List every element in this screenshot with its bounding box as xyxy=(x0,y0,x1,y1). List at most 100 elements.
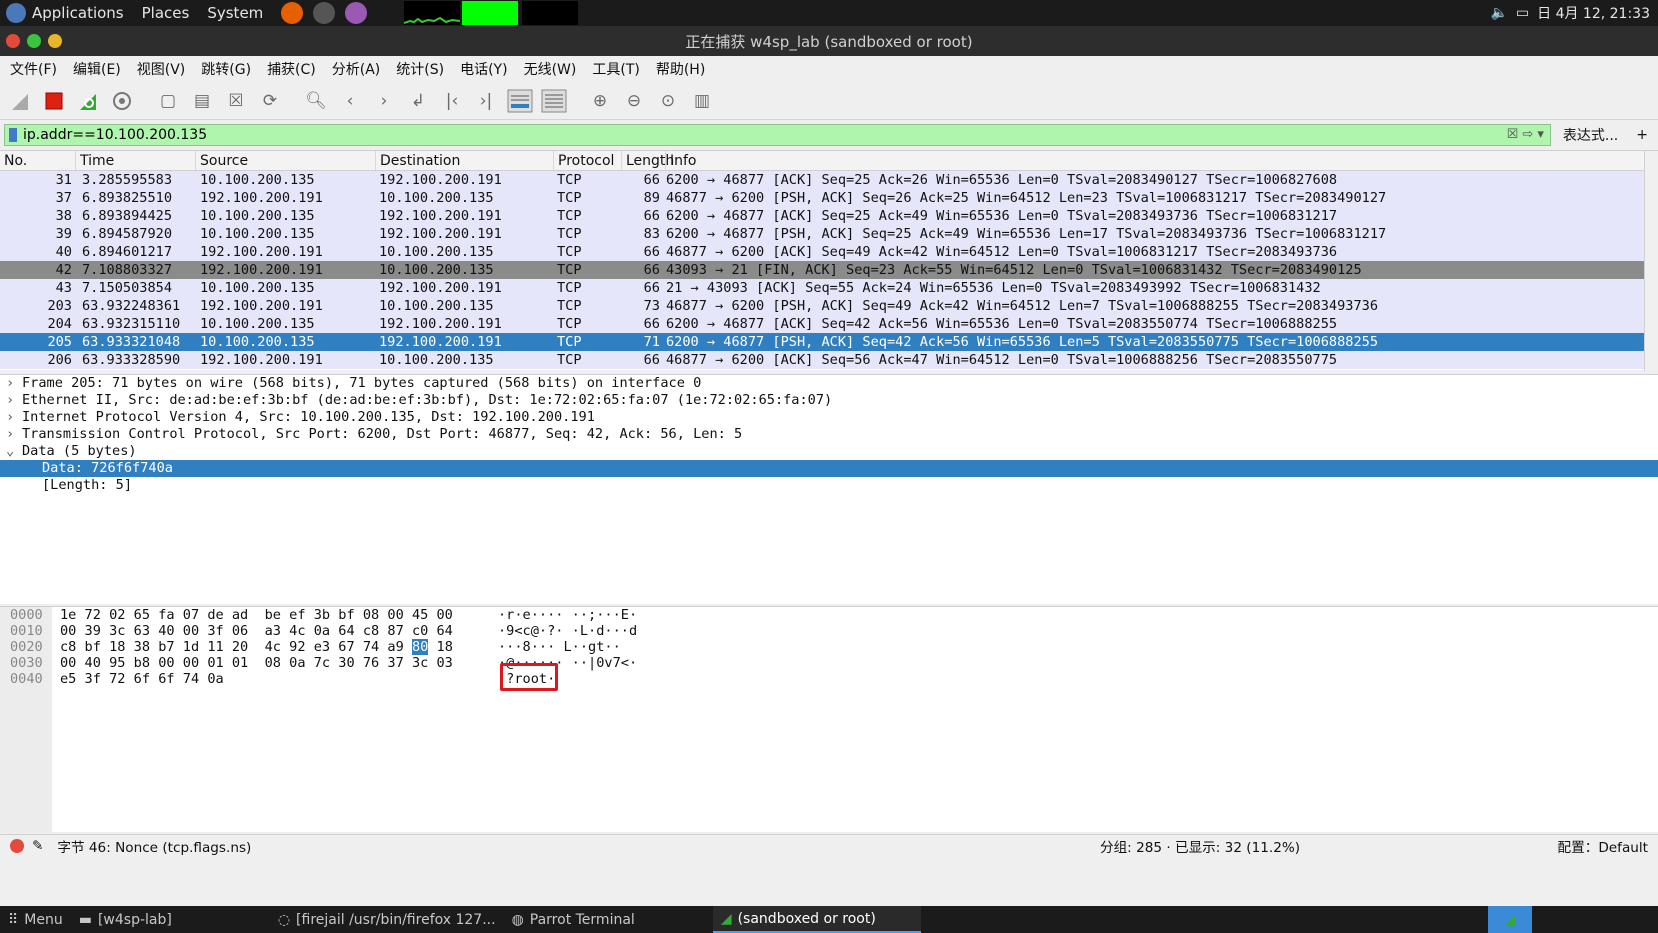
taskbar-item-firefox[interactable]: ◌ [firejail /usr/bin/firefox 127... xyxy=(270,906,504,933)
autoscroll-icon[interactable] xyxy=(506,87,534,115)
taskbar-item-w4sp-lab[interactable]: ▬ [w4sp-lab] xyxy=(71,906,180,933)
expression-button[interactable]: 表达式... xyxy=(1557,125,1624,145)
column-destination[interactable]: Destination xyxy=(376,151,554,170)
packet-row[interactable]: 40 6.894601217 192.100.200.191 10.100.200.1… xyxy=(0,243,1658,261)
packet-row[interactable]: 38 6.893894425 10.100.200.135 192.100.200.1… xyxy=(0,207,1658,225)
zoom-normal-icon[interactable]: ⊙ xyxy=(654,87,682,115)
last-packet-icon[interactable]: ›| xyxy=(472,87,500,115)
menu-go[interactable]: 跳转(G) xyxy=(201,59,251,79)
packet-row[interactable]: 205 63.933321048 10.100.200.135 192.100.200… xyxy=(0,333,1658,351)
minimize-window-button[interactable] xyxy=(48,34,62,48)
close-file-icon[interactable]: ☒ xyxy=(222,87,250,115)
menu-help[interactable]: 帮助(H) xyxy=(656,59,705,79)
capture-options-icon[interactable] xyxy=(108,87,136,115)
expand-arrow-icon[interactable]: › xyxy=(6,392,22,409)
taskbar-item-wireshark[interactable]: ◢ (sandboxed or root) xyxy=(712,906,921,933)
open-file-icon[interactable]: ▢ xyxy=(154,87,182,115)
hex-row[interactable]: a3 4c 0a 64 c8 87 c0 64 xyxy=(265,623,453,639)
column-no[interactable]: No. xyxy=(0,151,76,170)
display-filter-input[interactable]: ip.addr==10.100.200.135 ☒ ⇨ ▾ xyxy=(4,124,1551,146)
start-capture-icon[interactable] xyxy=(6,87,34,115)
packet-row[interactable]: 39 6.894587920 10.100.200.135 192.100.200.1… xyxy=(0,225,1658,243)
volume-icon[interactable]: 🔈 xyxy=(1490,5,1507,21)
expand-arrow-icon[interactable]: ⌄ xyxy=(6,443,22,460)
resize-columns-icon[interactable]: ▥ xyxy=(688,87,716,115)
find-packet-icon[interactable]: 🔍︎ xyxy=(302,87,330,115)
clock[interactable]: 日 4月 12, 21:33 xyxy=(1537,3,1650,23)
ascii-row[interactable]: ·r·e···· ··;···E· xyxy=(498,607,637,623)
hex-row[interactable]: 1e 72 02 65 fa 07 de ad xyxy=(60,607,248,623)
go-back-icon[interactable]: ‹ xyxy=(336,87,364,115)
packet-row[interactable]: 42 7.108803327 192.100.200.191 10.100.200.1… xyxy=(0,261,1658,279)
menu-analyze[interactable]: 分析(A) xyxy=(332,59,381,79)
packet-row[interactable]: 31 3.285595583 10.100.200.135 192.100.200.1… xyxy=(0,171,1658,189)
clear-filter-icon[interactable]: ☒ ⇨ ▾ xyxy=(1507,127,1544,142)
packet-row[interactable]: 203 63.932248361 192.100.200.191 10.100.200… xyxy=(0,297,1658,315)
column-info[interactable]: Info xyxy=(666,151,1658,170)
menu-telephony[interactable]: 电话(Y) xyxy=(460,59,507,79)
column-time[interactable]: Time xyxy=(76,151,196,170)
hex-row[interactable]: 08 0a 7c 30 76 37 3c 03 xyxy=(265,655,453,671)
stop-capture-icon[interactable] xyxy=(40,87,68,115)
edit-comment-icon[interactable]: ✎ xyxy=(32,838,43,854)
hex-selected-byte[interactable]: 80 xyxy=(411,639,429,655)
ascii-row[interactable]: ···8··· L··gt·· xyxy=(498,639,637,655)
menu-file[interactable]: 文件(F) xyxy=(10,59,57,79)
hex-row[interactable]: 4c 92 e3 67 74 a9 xyxy=(265,639,404,655)
reload-file-icon[interactable]: ⟳ xyxy=(256,87,284,115)
display-icon[interactable]: ▭ xyxy=(1516,5,1529,21)
detail-tree-item[interactable]: Data: 726f6f740a xyxy=(0,460,1658,477)
packet-list-scrollbar[interactable] xyxy=(1644,151,1658,371)
expert-info-icon[interactable] xyxy=(10,838,24,853)
column-protocol[interactable]: Protocol xyxy=(554,151,622,170)
ascii-row[interactable]: ·9<c@·?· ·L·d···d xyxy=(498,623,637,639)
save-file-icon[interactable]: ▤ xyxy=(188,87,216,115)
expand-arrow-icon[interactable]: › xyxy=(6,409,22,426)
wireshark-tray-icon[interactable]: ◢ xyxy=(1488,906,1532,933)
applications-menu[interactable]: Applications xyxy=(32,4,124,22)
hex-row[interactable]: e5 3f 72 6f 6f 74 0a xyxy=(60,671,224,687)
add-filter-button[interactable]: + xyxy=(1630,127,1654,143)
packet-row[interactable]: 206 63.933328590 192.100.200.191 10.100.200… xyxy=(0,351,1658,369)
packet-row[interactable]: 43 7.150503854 10.100.200.135 192.100.200.1… xyxy=(0,279,1658,297)
hex-bytes[interactable]: 1e 72 02 65 fa 07 de ad be ef 3b bf 08 0… xyxy=(60,607,453,687)
maximize-window-button[interactable] xyxy=(27,34,41,48)
menu-statistics[interactable]: 统计(S) xyxy=(396,59,444,79)
restart-capture-icon[interactable] xyxy=(74,87,102,115)
taskbar-item-terminal[interactable]: ◍ Parrot Terminal xyxy=(504,906,643,933)
detail-tree-item[interactable]: › Internet Protocol Version 4, Src: 10.10… xyxy=(0,409,1658,426)
zoom-out-icon[interactable]: ⊖ xyxy=(620,87,648,115)
places-menu[interactable]: Places xyxy=(142,4,190,22)
first-packet-icon[interactable]: |‹ xyxy=(438,87,466,115)
terminal-icon[interactable] xyxy=(313,2,336,24)
menu-tools[interactable]: 工具(T) xyxy=(592,59,639,79)
column-length[interactable]: Length xyxy=(622,151,674,170)
detail-tree-item[interactable]: › Ethernet II, Src: de:ad:be:ef:3b:bf (de… xyxy=(0,392,1658,409)
filter-text[interactable]: ip.addr==10.100.200.135 xyxy=(23,127,207,143)
status-profile[interactable]: 配置：Default xyxy=(1558,836,1648,856)
menu-wireless[interactable]: 无线(W) xyxy=(524,59,577,79)
hex-row[interactable]: be ef 3b bf 08 00 45 00 xyxy=(265,607,453,623)
menu-capture[interactable]: 捕获(C) xyxy=(267,59,316,79)
system-menu[interactable]: System xyxy=(207,4,263,22)
hex-row[interactable]: c8 bf 18 38 b7 1d 11 20 xyxy=(60,639,248,655)
detail-tree-item[interactable]: › Transmission Control Protocol, Src Port… xyxy=(0,426,1658,443)
go-to-packet-icon[interactable]: ↲ xyxy=(404,87,432,115)
detail-tree-item[interactable]: › Frame 205: 71 bytes on wire (568 bits),… xyxy=(0,375,1658,392)
menu-edit[interactable]: 编辑(E) xyxy=(73,59,121,79)
taskbar-menu-button[interactable]: ⠿ Menu xyxy=(0,906,71,933)
firefox-icon[interactable] xyxy=(281,2,304,24)
bookmark-icon[interactable] xyxy=(9,128,17,142)
packet-row[interactable]: 204 63.932315110 10.100.200.135 192.100.200… xyxy=(0,315,1658,333)
hex-row[interactable]: 00 40 95 b8 00 00 01 01 xyxy=(60,655,248,671)
zoom-in-icon[interactable]: ⊕ xyxy=(586,87,614,115)
column-source[interactable]: Source xyxy=(196,151,376,170)
parrot-logo-icon[interactable] xyxy=(6,3,26,23)
detail-tree-item[interactable]: [Length: 5] xyxy=(0,477,1658,494)
hex-row[interactable]: 00 39 3c 63 40 00 3f 06 xyxy=(60,623,248,639)
expand-arrow-icon[interactable]: › xyxy=(6,426,22,443)
colorize-icon[interactable] xyxy=(540,87,568,115)
hex-row[interactable]: 18 xyxy=(437,639,453,655)
close-window-button[interactable] xyxy=(6,34,20,48)
detail-tree-item[interactable]: ⌄ Data (5 bytes) xyxy=(0,443,1658,460)
